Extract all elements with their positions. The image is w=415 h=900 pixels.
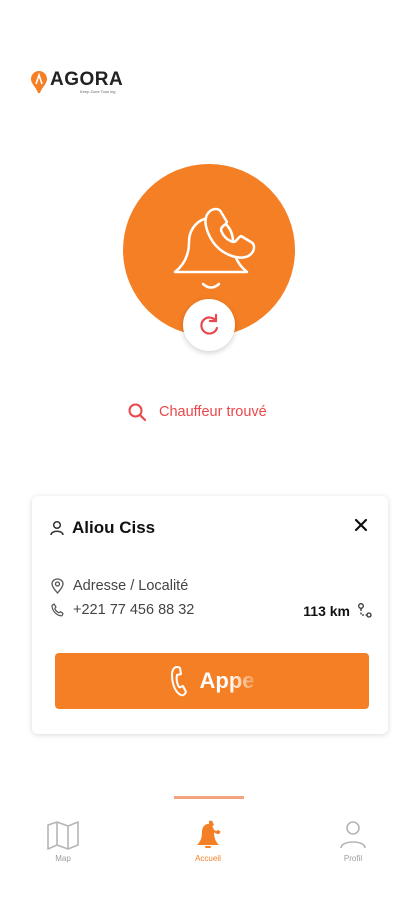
driver-name: Aliou Ciss — [72, 518, 156, 537]
brand-name: AGORA — [50, 69, 124, 90]
nav-item-accueil[interactable]: Accueil — [168, 820, 248, 863]
driver-header: Aliou Ciss — [50, 518, 155, 538]
phone-text: +221 77 456 88 32 — [73, 602, 195, 618]
address-row: Adresse / Localité — [51, 578, 188, 594]
app-logo: AGORA Keep Zone Tous ing — [30, 70, 123, 94]
status-label: Chauffeur trouvé — [159, 404, 267, 420]
logo-icon — [30, 70, 48, 94]
nav-label: Accueil — [195, 854, 221, 863]
person-icon — [50, 520, 64, 536]
refresh-icon — [200, 313, 219, 335]
call-label: Appe — [199, 668, 255, 693]
phone-icon — [170, 666, 187, 697]
driver-card: Aliou Ciss Adresse / Localité +221 77 45… — [32, 496, 388, 734]
route-icon — [358, 603, 372, 618]
distance: 113 km — [303, 602, 374, 620]
nav-item-profil[interactable]: Profil — [313, 820, 393, 863]
nav-label: Map — [55, 854, 71, 863]
bell-phone-icon — [197, 820, 221, 848]
bottom-navigation: Map Accueil Profil — [0, 808, 415, 900]
nav-item-map[interactable]: Map — [23, 820, 103, 863]
active-tab-indicator — [174, 796, 244, 799]
map-icon — [47, 821, 79, 850]
nav-label: Profil — [343, 854, 363, 863]
search-icon — [128, 403, 147, 422]
refresh-button[interactable] — [183, 299, 235, 351]
close-button[interactable] — [352, 516, 370, 534]
address-text: Adresse / Localité — [73, 578, 189, 594]
phone-icon — [51, 603, 64, 617]
phone-row: +221 77 456 88 32 — [51, 602, 194, 618]
user-icon — [340, 821, 366, 849]
brand-tagline: Keep Zone Tous ing — [80, 89, 116, 94]
search-status: Chauffeur trouvé — [127, 402, 267, 422]
call-button[interactable]: Appe — [55, 653, 369, 709]
distance-value: 113 km — [303, 603, 350, 619]
location-pin-icon — [51, 578, 64, 594]
close-icon — [354, 518, 368, 532]
